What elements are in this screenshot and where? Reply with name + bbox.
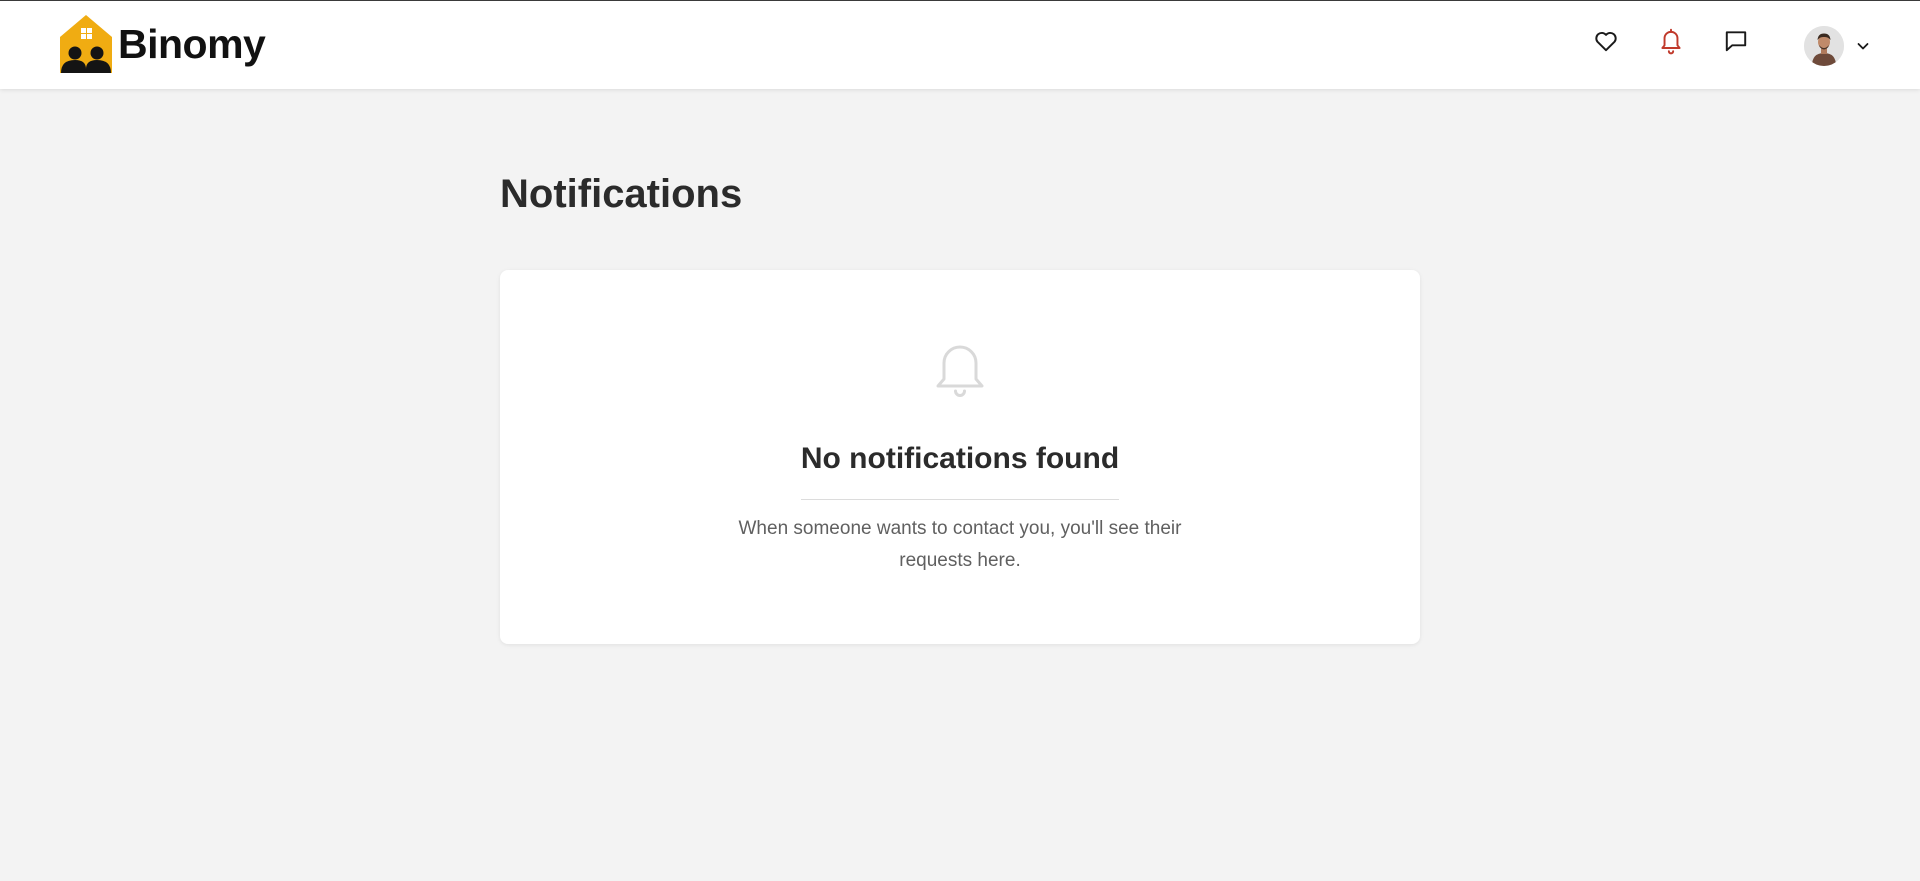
chevron-down-icon [1857, 43, 1869, 50]
bell-outline-icon [936, 345, 984, 397]
avatar [1804, 26, 1844, 66]
empty-state-card: No notifications found When someone want… [500, 270, 1420, 644]
notifications-button[interactable] [1653, 23, 1689, 59]
user-menu-toggle[interactable] [1856, 39, 1870, 53]
empty-state-description: When someone wants to contact you, you'l… [738, 518, 1182, 571]
bell-icon [1661, 28, 1681, 55]
heart-icon [1595, 32, 1617, 52]
brand-logo[interactable]: Binomy [58, 13, 266, 75]
chat-bubble-icon [1725, 31, 1747, 52]
brand-name: Binomy [118, 20, 266, 67]
top-navbar: Binomy [0, 0, 1920, 89]
favorites-button[interactable] [1588, 23, 1624, 59]
empty-state-title: No notifications found [800, 442, 1120, 475]
messages-button[interactable] [1718, 23, 1754, 59]
house-logo-icon [60, 15, 112, 73]
page-title: Notifications [500, 172, 743, 216]
user-photo-icon [1804, 26, 1844, 66]
divider [801, 499, 1119, 500]
user-menu[interactable] [1804, 25, 1874, 67]
